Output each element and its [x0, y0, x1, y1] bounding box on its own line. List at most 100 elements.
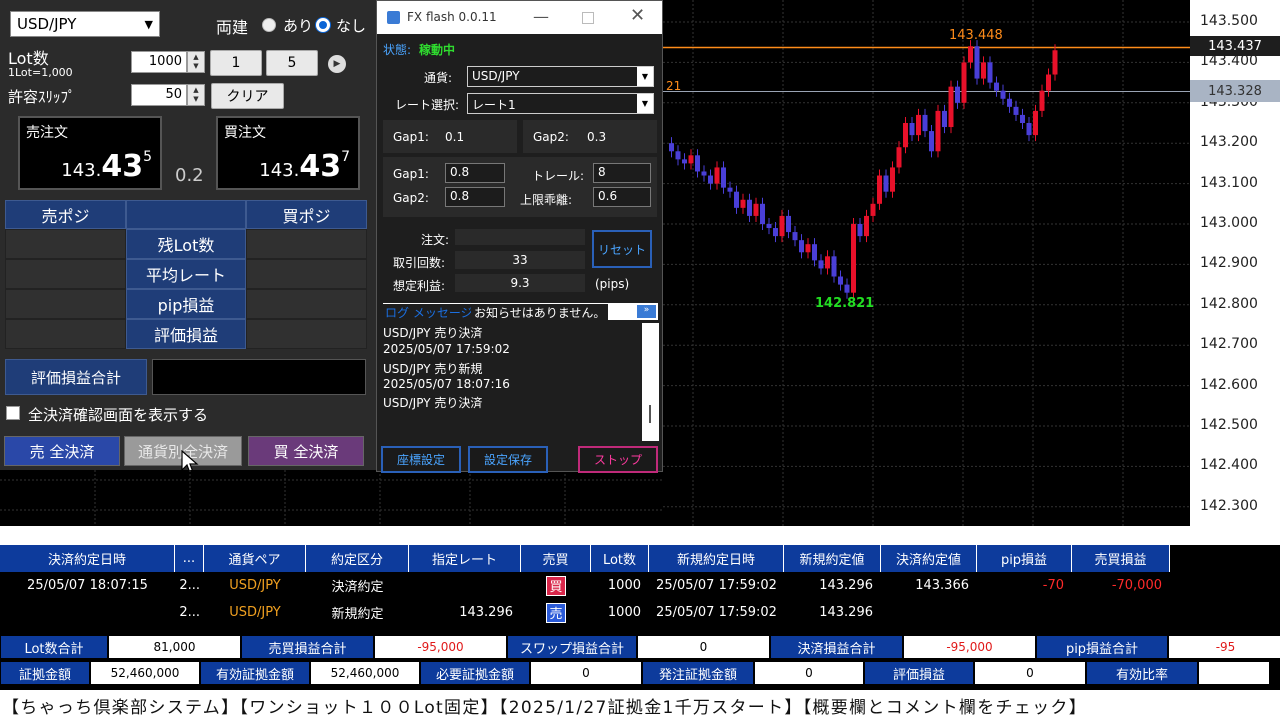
- candle-body: [948, 86, 954, 128]
- buy-close-all-button[interactable]: 買 全決済: [248, 436, 364, 466]
- table-row[interactable]: 2... USD/JPY 新規約定 143.296 売 1000 25/05/07 17:5…: [0, 599, 1280, 626]
- candle-body: [701, 171, 707, 176]
- summary-row: 証拠金額 52,460,000 有効証拠金額 52,460,000 必要証拠金額 0 発注証…: [0, 661, 1270, 685]
- pair-select[interactable]: USD/JPY ▼: [10, 11, 160, 37]
- log-line: USD/JPY 売り新規: [383, 362, 483, 376]
- order-value: [455, 229, 585, 245]
- reset-button[interactable]: リセット: [592, 230, 652, 268]
- lot-input[interactable]: 1000: [131, 51, 187, 73]
- price-tick: 142.300: [1200, 497, 1258, 514]
- lot-1-button[interactable]: 1: [210, 50, 262, 76]
- candle-body: [799, 240, 804, 253]
- column-header[interactable]: 新規約定値: [784, 545, 881, 572]
- price-tick: 143.500: [1200, 13, 1258, 29]
- column-header[interactable]: 通貨ペア: [204, 545, 306, 572]
- row-label-rate: 平均レート: [126, 259, 246, 289]
- summary-label: 有効証拠金額: [200, 661, 310, 685]
- sell-pip-cell: [5, 289, 126, 319]
- slip-input[interactable]: 50: [131, 84, 187, 106]
- candle-body: [981, 62, 986, 79]
- table-row[interactable]: 25/05/07 18:07:15 2... USD/JPY 決済約定 買 1000 25/…: [0, 572, 1280, 599]
- summary-label: 評価損益: [864, 661, 974, 685]
- coord-settings-button[interactable]: 座標設定: [381, 446, 461, 473]
- buy-order-button[interactable]: 買注文 143.437: [216, 116, 360, 190]
- candle-body: [805, 244, 811, 253]
- column-header[interactable]: 決済約定日時: [0, 545, 175, 572]
- sell-order-button[interactable]: 売注文 143.435: [18, 116, 162, 190]
- candle-body: [883, 175, 889, 192]
- column-header[interactable]: 売買: [521, 545, 591, 572]
- table-cell: 買: [521, 572, 591, 599]
- rate-select[interactable]: レート1 ▼: [467, 93, 654, 114]
- footer-banner: 【ちゃっち倶楽部システム】【ワンショット１００Lot固定】【2025/1/27証…: [0, 690, 1280, 720]
- gap1-input[interactable]: 0.8: [445, 163, 505, 183]
- buy-price: 143.437: [259, 149, 350, 184]
- candle-body: [1046, 74, 1051, 91]
- maximize-icon[interactable]: [582, 12, 594, 24]
- candle-body: [994, 82, 999, 91]
- column-header[interactable]: ...: [175, 545, 204, 572]
- rate-select-value: レート1: [472, 98, 516, 112]
- column-header[interactable]: Lot数: [591, 545, 649, 572]
- gap1-value: 0.1: [445, 130, 465, 144]
- fx-flash-window: FX flash 0.0.11 — ✕ 状態: 稼動中 通貨: USD/JPY …: [376, 0, 663, 473]
- close-icon[interactable]: ✕: [630, 5, 645, 26]
- table-cell: [1072, 599, 1170, 626]
- limit-input[interactable]: 0.6: [593, 187, 651, 207]
- status-value: 稼動中: [419, 43, 456, 57]
- slip-stepper[interactable]: ▲ ▼: [187, 84, 205, 106]
- play-icon[interactable]: ▶: [328, 55, 346, 73]
- candle-body: [760, 203, 765, 224]
- left-price-tag: 21: [666, 79, 682, 93]
- chart-strip: [0, 470, 663, 526]
- candle-body: [831, 256, 837, 277]
- candle-body: [721, 167, 726, 188]
- summary-label: スワップ損益合計: [507, 635, 637, 659]
- hedge-yes-radio[interactable]: [262, 18, 276, 32]
- pips-unit: (pips): [595, 277, 630, 291]
- trade-panel: USD/JPY ▼ 両建 あり なし Lot数 1Lot=1,000 1000 …: [0, 0, 376, 474]
- table-cell: 25/05/07 17:59:02: [656, 578, 777, 593]
- table-cell: [409, 572, 521, 599]
- log-scrollbar[interactable]: [642, 323, 659, 441]
- summary-panel: Lot数合計 81,000 売買損益合計 -95,000 スワップ損益合計 0 決済損益合計…: [0, 635, 1280, 689]
- trail-input[interactable]: 8: [593, 163, 651, 183]
- candle-body: [792, 232, 798, 241]
- price-tick: 143.200: [1200, 134, 1258, 151]
- trail-label: トレール:: [532, 169, 585, 183]
- candle-body: [1033, 110, 1038, 136]
- clear-button[interactable]: クリア: [211, 83, 284, 109]
- column-header[interactable]: 指定レート: [409, 545, 521, 572]
- stop-button[interactable]: ストップ: [578, 446, 658, 473]
- lot-stepper[interactable]: ▲ ▼: [187, 51, 205, 73]
- lot-5-button[interactable]: 5: [266, 50, 318, 76]
- price-tick: 143.100: [1200, 174, 1258, 191]
- price-chart[interactable]: 143.448 142.821 21: [663, 0, 1190, 526]
- column-header[interactable]: 決済約定値: [881, 545, 977, 572]
- double-chevron-right-icon[interactable]: »: [637, 305, 656, 318]
- candle-body: [916, 114, 921, 136]
- column-header[interactable]: 新規約定日時: [649, 545, 784, 572]
- log-line: 2025/05/07 18:07:16: [383, 377, 510, 391]
- candle-body: [903, 123, 908, 148]
- log-list[interactable]: USD/JPY 売り決済 2025/05/07 17:59:02 USD/JPY…: [381, 321, 638, 441]
- column-header[interactable]: pip損益: [977, 545, 1072, 572]
- sell-close-all-button[interactable]: 売 全決済: [4, 436, 120, 466]
- minimize-icon[interactable]: —: [533, 7, 549, 26]
- summary-value: 0: [974, 661, 1086, 685]
- candle-body: [1039, 90, 1045, 111]
- confirm-checkbox[interactable]: [6, 406, 20, 420]
- input-gap1-label: Gap1:: [393, 167, 429, 181]
- gap2-input[interactable]: 0.8: [445, 187, 505, 207]
- hedge-no-radio[interactable]: [316, 18, 330, 32]
- candlestick-chart: [663, 0, 1190, 526]
- column-header[interactable]: 売買損益: [1072, 545, 1170, 572]
- popup-pair-select[interactable]: USD/JPY ▼: [467, 66, 654, 87]
- bid-price-tag: 143.328: [1190, 80, 1280, 102]
- window-titlebar: FX flash 0.0.11 — ✕: [377, 1, 662, 34]
- column-header[interactable]: 約定区分: [306, 545, 409, 572]
- save-settings-button[interactable]: 設定保存: [468, 446, 548, 473]
- sell-price: 143.435: [61, 149, 152, 184]
- summary-value: 0: [754, 661, 864, 685]
- candle-body: [773, 228, 778, 237]
